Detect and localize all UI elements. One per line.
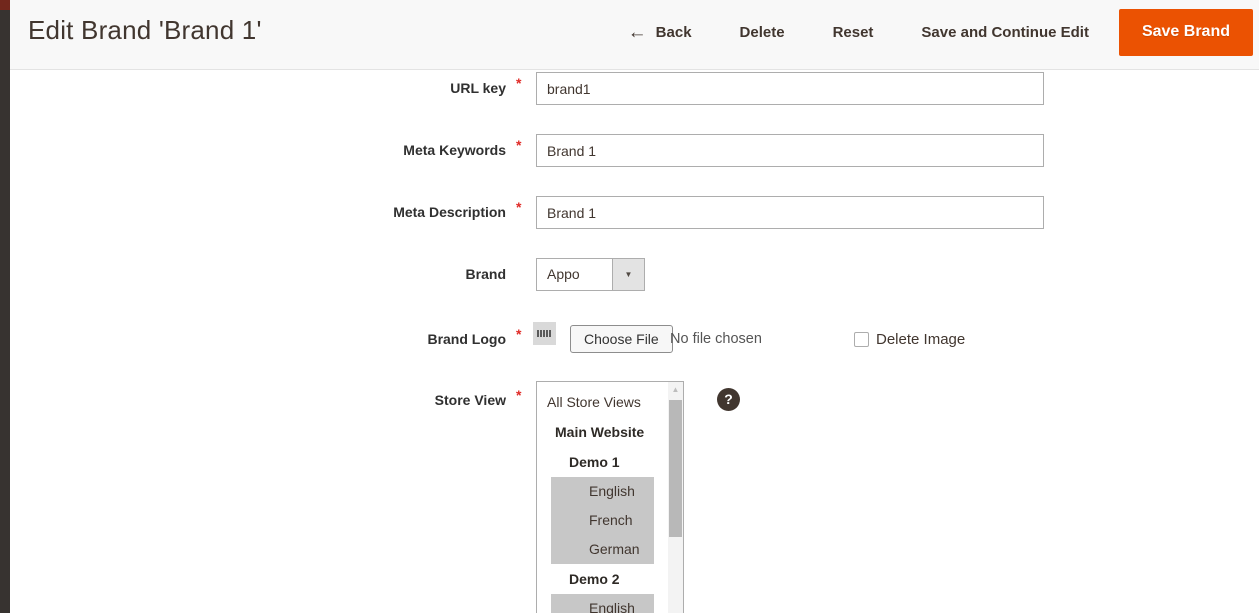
- meta-keywords-label: Meta Keywords: [10, 134, 506, 167]
- page-title: Edit Brand 'Brand 1': [28, 15, 262, 46]
- admin-logo-notch: [0, 0, 10, 10]
- meta-keywords-input[interactable]: [536, 134, 1044, 167]
- scrollbar-thumb[interactable]: [669, 400, 682, 537]
- back-button[interactable]: ← Back: [604, 23, 716, 42]
- page-header: Edit Brand 'Brand 1' ← Back Delete Reset…: [10, 0, 1259, 70]
- edit-brand-form: URL key * Meta Keywords * Meta Descripti…: [10, 71, 1259, 613]
- required-asterisk: *: [516, 137, 521, 153]
- store-view-option[interactable]: All Store Views: [537, 388, 668, 417]
- help-icon[interactable]: ?: [717, 388, 740, 411]
- store-view-option[interactable]: Main Website: [537, 417, 668, 447]
- back-arrow-icon: ←: [628, 23, 647, 42]
- delete-image-label[interactable]: Delete Image: [876, 332, 965, 348]
- choose-file-button[interactable]: Choose File: [570, 325, 673, 353]
- save-and-continue-button[interactable]: Save and Continue Edit: [897, 24, 1113, 41]
- store-view-selected-group: English French German: [551, 477, 654, 564]
- url-key-label: URL key: [10, 72, 506, 105]
- brand-label: Brand: [10, 258, 506, 291]
- back-button-label: Back: [656, 24, 692, 41]
- scroll-up-icon[interactable]: ▲: [668, 382, 683, 397]
- required-asterisk: *: [516, 199, 521, 215]
- reset-button[interactable]: Reset: [809, 24, 898, 41]
- store-view-label: Store View: [10, 384, 506, 417]
- store-view-option-selected[interactable]: English: [551, 594, 654, 613]
- store-view-option-selected[interactable]: French: [551, 506, 654, 535]
- delete-button[interactable]: Delete: [716, 24, 809, 41]
- brand-logo-thumbnail: [533, 322, 556, 345]
- store-view-option-selected[interactable]: English: [551, 477, 654, 506]
- required-asterisk: *: [516, 326, 521, 342]
- page-actions-toolbar: ← Back Delete Reset Save and Continue Ed…: [604, 0, 1253, 64]
- required-asterisk: *: [516, 387, 521, 403]
- store-view-multiselect[interactable]: All Store Views Main Website Demo 1 Engl…: [536, 381, 684, 613]
- delete-image-checkbox[interactable]: [854, 332, 869, 347]
- file-chosen-status: No file chosen: [670, 325, 762, 353]
- brand-logo-label: Brand Logo: [10, 323, 506, 356]
- store-view-selected-group: English: [551, 594, 654, 613]
- brand-select-value: Appo: [547, 259, 580, 290]
- brand-select[interactable]: Appo ▼: [536, 258, 645, 291]
- store-view-option[interactable]: Demo 1: [537, 447, 668, 477]
- multiselect-scrollbar[interactable]: ▲: [668, 382, 683, 613]
- magento-admin-edit-brand-screen: Edit Brand 'Brand 1' ← Back Delete Reset…: [0, 0, 1259, 613]
- meta-description-label: Meta Description: [10, 196, 506, 229]
- admin-sidebar-strip[interactable]: [0, 0, 10, 613]
- store-view-option-selected[interactable]: German: [551, 535, 654, 564]
- required-asterisk: *: [516, 75, 521, 91]
- meta-description-input[interactable]: [536, 196, 1044, 229]
- url-key-input[interactable]: [536, 72, 1044, 105]
- chevron-down-icon[interactable]: ▼: [612, 259, 644, 290]
- store-view-options: All Store Views Main Website Demo 1 Engl…: [537, 382, 668, 613]
- save-brand-button[interactable]: Save Brand: [1119, 9, 1253, 56]
- store-view-option[interactable]: Demo 2: [537, 564, 668, 594]
